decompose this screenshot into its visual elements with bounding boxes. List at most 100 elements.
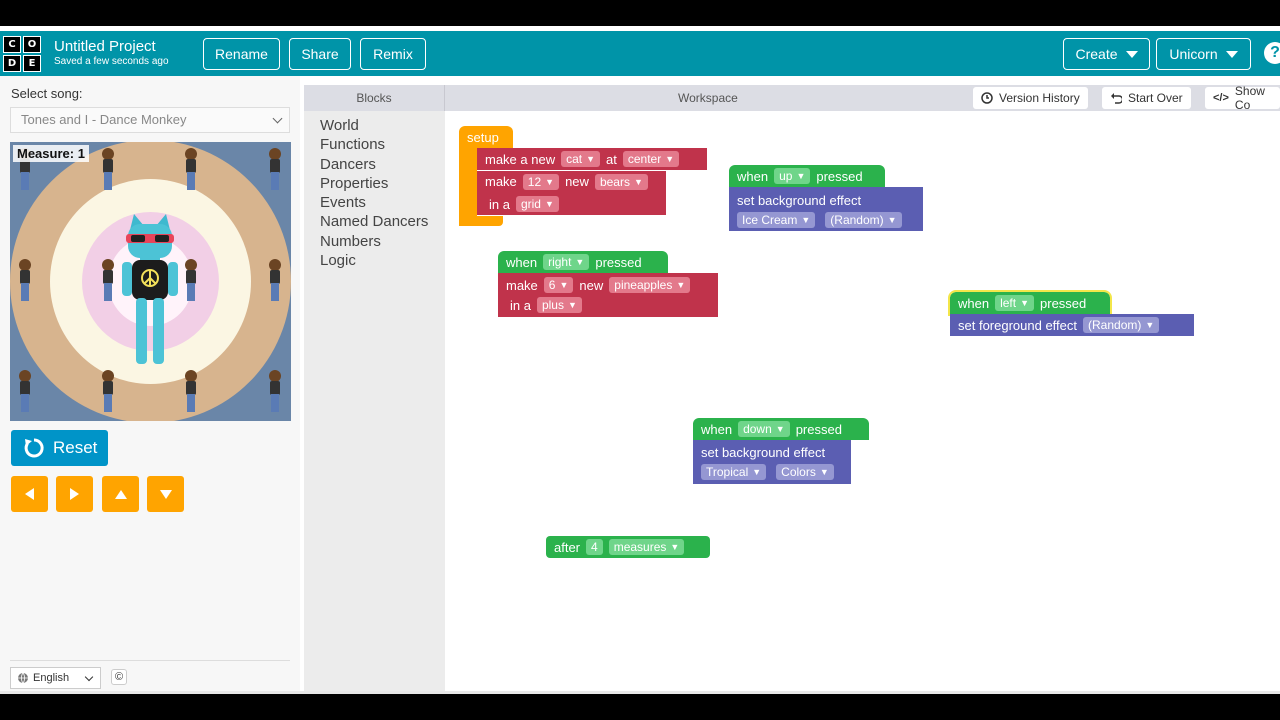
version-history-label: Version History [999, 91, 1080, 105]
block-text: when [958, 295, 990, 311]
count-dropdown[interactable]: 6 ▼ [543, 277, 574, 293]
set-background-effect-block[interactable]: set background effect Tropical ▼ Colors ▼ [693, 440, 851, 484]
right-arrow-button[interactable] [56, 476, 93, 512]
arrow-up-icon [114, 489, 127, 499]
help-icon[interactable]: ? [1264, 42, 1280, 64]
toolbox-category-dancers[interactable]: Dancers [320, 156, 376, 173]
chevron-down-icon: ▼ [544, 199, 554, 209]
setup-hat-label: setup [467, 129, 499, 145]
logo-letter: O [23, 36, 41, 53]
toolbox-category-numbers[interactable]: Numbers [320, 233, 381, 250]
layout-dropdown[interactable]: plus ▼ [536, 297, 582, 313]
block-text: new [565, 174, 589, 189]
project-title: Untitled Project [54, 38, 156, 55]
language-select[interactable]: English [10, 667, 101, 689]
toolbox-category-logic[interactable]: Logic [320, 252, 356, 269]
key-dropdown[interactable]: down ▼ [738, 421, 790, 437]
measures-dropdown[interactable]: measures ▼ [608, 539, 685, 555]
setup-hat[interactable]: setup [459, 126, 513, 148]
toolbox-category-properties[interactable]: Properties [320, 175, 388, 192]
create-menu-button[interactable]: Create [1063, 38, 1150, 70]
block-text: in a [489, 196, 510, 212]
toolbox-category-functions[interactable]: Functions [320, 136, 385, 153]
make-new-dancer-block[interactable]: make a new cat ▼ at center ▼ [477, 148, 707, 170]
down-arrow-button[interactable] [147, 476, 184, 512]
dancer-type-dropdown[interactable]: bears ▼ [594, 174, 648, 190]
effect-dropdown[interactable]: Ice Cream ▼ [737, 211, 816, 228]
workspace[interactable]: Workspace Version History Start Over </>… [445, 85, 1280, 692]
workspace-header: Workspace Version History Start Over </>… [445, 85, 1280, 112]
toolbox-category-named-dancers[interactable]: Named Dancers [320, 213, 428, 230]
toolbox-category-world[interactable]: World [320, 117, 359, 134]
share-button[interactable]: Share [289, 38, 351, 70]
chevron-down-icon [272, 113, 283, 124]
dropdown-value: (Random) [1088, 318, 1142, 332]
after-measures-block[interactable]: after 4 measures ▼ [546, 536, 710, 558]
chevron-down-icon: ▼ [801, 214, 811, 225]
event-hat[interactable]: when right ▼ pressed [498, 251, 668, 273]
blocks-toolbox: Blocks World Functions Dancers Propertie… [304, 85, 445, 692]
show-code-button[interactable]: </> Show Co [1205, 85, 1280, 112]
workspace-title: Workspace [678, 91, 738, 105]
key-dropdown[interactable]: left ▼ [995, 295, 1035, 311]
effect-dropdown[interactable]: Tropical ▼ [701, 463, 767, 480]
location-dropdown[interactable]: center ▼ [622, 151, 680, 167]
dropdown-value: right [548, 255, 572, 269]
key-dropdown[interactable]: up ▼ [774, 168, 811, 184]
up-arrow-button[interactable] [102, 476, 139, 512]
block-text: make a new [485, 151, 556, 167]
chevron-down-icon: ▼ [796, 171, 806, 181]
left-panel: Select song: Tones and I - Dance Monkey [0, 76, 300, 694]
arrow-right-icon [70, 488, 79, 500]
dancer-type-dropdown[interactable]: pineapples ▼ [609, 277, 691, 293]
dropdown-value: center [627, 152, 662, 166]
effect-dropdown[interactable]: (Random) ▼ [1083, 317, 1160, 333]
song-select[interactable]: Tones and I - Dance Monkey [10, 107, 290, 133]
dance-stage[interactable]: Measure: 1 [10, 142, 291, 421]
reset-button[interactable]: Reset [11, 430, 108, 466]
count-dropdown[interactable]: 12 ▼ [522, 174, 560, 190]
clock-icon [981, 92, 993, 104]
toolbox-category-events[interactable]: Events [320, 194, 366, 211]
event-hat[interactable]: when left ▼ pressed [948, 290, 1112, 316]
dropdown-value: bears [599, 175, 630, 189]
event-hat[interactable]: when down ▼ pressed [693, 418, 869, 440]
version-history-button[interactable]: Version History [973, 87, 1088, 109]
bear-dancer [184, 148, 198, 192]
dropdown-value: Ice Cream [742, 212, 798, 227]
dropdown-value: (Random) [830, 212, 884, 227]
set-background-effect-block[interactable]: set background effect Ice Cream ▼ (Random… [729, 187, 923, 231]
palette-dropdown[interactable]: (Random) ▼ [825, 211, 902, 228]
chevron-down-icon: ▼ [1145, 320, 1155, 330]
set-foreground-effect-block[interactable]: set foreground effect (Random) ▼ [950, 314, 1194, 336]
logo-letter: C [3, 36, 21, 53]
rename-button[interactable]: Rename [203, 38, 280, 70]
left-arrow-button[interactable] [11, 476, 48, 512]
chevron-down-icon: ▼ [775, 424, 785, 434]
bear-dancer [184, 370, 198, 414]
dancer-type-dropdown[interactable]: cat ▼ [561, 151, 601, 167]
event-hat[interactable]: when up ▼ pressed [729, 165, 885, 187]
key-dropdown[interactable]: right ▼ [543, 254, 590, 270]
dropdown-value: measures [613, 540, 667, 554]
remix-button[interactable]: Remix [360, 38, 426, 70]
bear-dancer [184, 259, 198, 303]
code-logo[interactable]: C O D E [3, 36, 41, 72]
palette-dropdown[interactable]: Colors ▼ [776, 463, 834, 480]
dropdown-value: 12 [527, 175, 542, 189]
song-select-label: Select song: [11, 86, 83, 101]
copyright-button[interactable]: © [111, 669, 127, 685]
user-menu-button[interactable]: Unicorn [1156, 38, 1251, 70]
song-select-value: Tones and I - Dance Monkey [21, 112, 187, 127]
block-text: make [485, 174, 517, 189]
dropdown-value: grid [520, 197, 541, 211]
create-label: Create [1075, 46, 1118, 62]
layout-dropdown[interactable]: grid ▼ [515, 196, 559, 212]
measure-count-input[interactable]: 4 [586, 539, 603, 555]
chevron-down-icon: ▼ [559, 280, 569, 290]
start-over-button[interactable]: Start Over [1102, 87, 1191, 109]
block-text: after [554, 539, 581, 555]
make-group-block[interactable]: make 6 ▼ new pineapples ▼ in a plus ▼ [498, 273, 718, 317]
dropdown-value: down [743, 422, 772, 436]
code-icon: </> [1213, 92, 1229, 104]
